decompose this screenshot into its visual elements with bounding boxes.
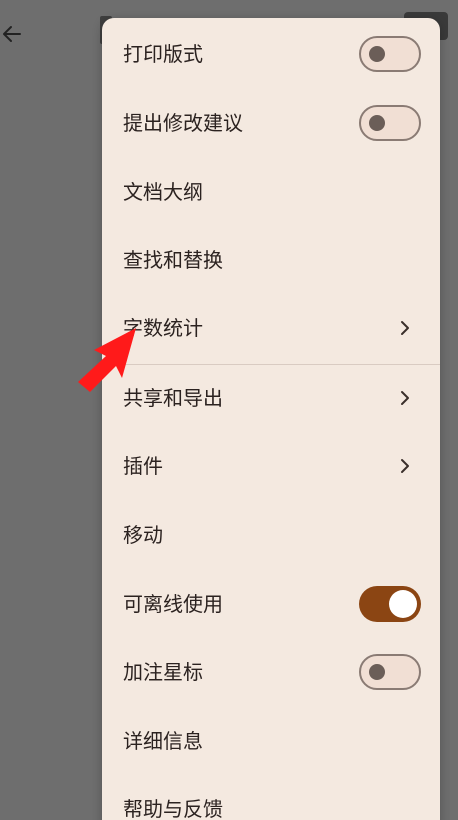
menu-item-move[interactable]: 移动 — [102, 501, 440, 569]
menu-item-label: 可离线使用 — [123, 592, 223, 616]
available-offline-toggle[interactable] — [359, 586, 421, 622]
menu-item-label: 移动 — [123, 523, 163, 547]
screen: 打印版式 提出修改建议 文档大纲 查找和替换 字数统计 共享和导出 插件 移动 … — [0, 0, 458, 820]
menu-item-details[interactable]: 详细信息 — [102, 707, 440, 775]
menu-item-label: 提出修改建议 — [123, 111, 243, 135]
menu-item-suggest-edits[interactable]: 提出修改建议 — [102, 89, 440, 157]
menu-item-label: 帮助与反馈 — [123, 797, 223, 820]
overflow-menu: 打印版式 提出修改建议 文档大纲 查找和替换 字数统计 共享和导出 插件 移动 … — [102, 18, 440, 820]
menu-item-share-export[interactable]: 共享和导出 — [102, 364, 440, 432]
toggle-knob — [369, 664, 385, 680]
menu-item-available-offline[interactable]: 可离线使用 — [102, 570, 440, 638]
menu-item-word-count[interactable]: 字数统计 — [102, 294, 440, 362]
toggle-knob — [369, 115, 385, 131]
menu-item-find-replace[interactable]: 查找和替换 — [102, 226, 440, 294]
back-arrow-icon[interactable] — [0, 18, 28, 50]
menu-item-star[interactable]: 加注星标 — [102, 638, 440, 706]
menu-item-plugins[interactable]: 插件 — [102, 432, 440, 500]
menu-item-label: 插件 — [123, 454, 163, 478]
menu-item-print-layout[interactable]: 打印版式 — [102, 20, 440, 88]
star-toggle[interactable] — [359, 654, 421, 690]
annotation-arrow-icon — [78, 328, 136, 392]
menu-item-help-feedback[interactable]: 帮助与反馈 — [102, 775, 440, 820]
chevron-right-icon — [401, 321, 409, 335]
toggle-knob — [369, 46, 385, 62]
chevron-right-icon — [401, 459, 409, 473]
menu-item-label: 查找和替换 — [123, 248, 223, 272]
menu-item-document-outline[interactable]: 文档大纲 — [102, 158, 440, 226]
toggle-knob — [389, 590, 417, 618]
chevron-right-icon — [401, 391, 409, 405]
suggest-edits-toggle[interactable] — [359, 105, 421, 141]
print-layout-toggle[interactable] — [359, 36, 421, 72]
menu-item-label: 加注星标 — [123, 660, 203, 684]
menu-item-label: 打印版式 — [123, 42, 203, 66]
menu-item-label: 详细信息 — [123, 729, 203, 753]
menu-item-label: 文档大纲 — [123, 180, 203, 204]
